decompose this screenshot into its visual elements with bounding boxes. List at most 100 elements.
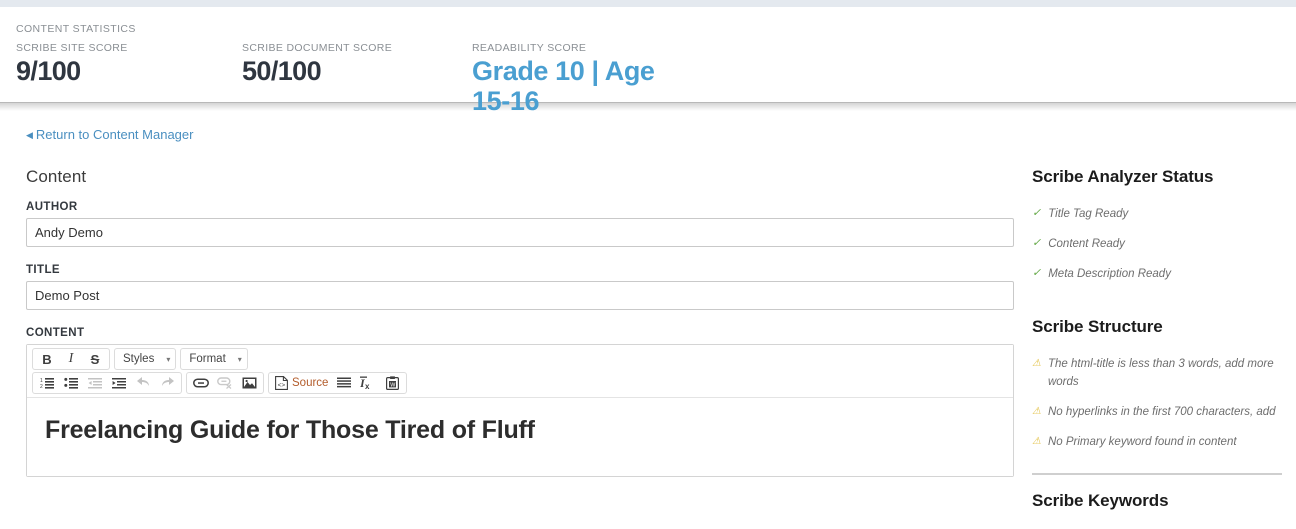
bulleted-list-icon — [64, 377, 78, 389]
author-label: AUTHOR — [26, 201, 78, 213]
insert-image-button[interactable] — [237, 373, 261, 393]
warning-icon: ⚠ — [1032, 358, 1041, 369]
stat-label: SCRIBE SITE SCORE — [16, 42, 128, 54]
editor-toolbar: B I S Styles ▾ Format ▾ 1 2 <> Source I … — [27, 345, 1013, 398]
clipboard-icon: W — [385, 376, 399, 390]
strikethrough-icon: S — [90, 351, 100, 367]
rich-text-editor: B I S Styles ▾ Format ▾ 1 2 <> Source I … — [26, 344, 1014, 477]
paste-from-word-button[interactable]: W — [380, 373, 404, 393]
list-item-label: Title Tag Ready — [1048, 208, 1129, 220]
list-item-label: Content Ready — [1048, 238, 1125, 250]
title-label: TITLE — [26, 264, 60, 276]
increase-indent-icon — [112, 377, 126, 389]
list-item-label: The html-title is less than 3 words, add… — [1047, 358, 1274, 388]
numbered-list-icon: 1 2 — [40, 377, 54, 389]
undo-button — [131, 373, 155, 393]
stat-label: SCRIBE DOCUMENT SCORE — [242, 42, 393, 54]
back-triangle-icon: ◀ — [26, 130, 33, 140]
content-statistics-bar: CONTENT STATISTICS SCRIBE SITE SCORE 9/1… — [0, 7, 1296, 116]
format-dropdown[interactable]: Format ▾ — [180, 348, 248, 370]
italic-button[interactable]: I — [59, 349, 83, 369]
content-field-group: CONTENT B I S Styles ▾ Format ▾ 1 2 <> S… — [26, 327, 1014, 477]
source-button[interactable]: <> Source — [271, 373, 332, 393]
scribe-keywords-heading: Scribe Keywords — [1032, 491, 1169, 510]
numbered-list-button[interactable]: 1 2 — [35, 373, 59, 393]
bold-icon: B — [42, 351, 52, 367]
list-item: ⚠ No hyperlinks in the first 700 charact… — [1032, 403, 1282, 421]
svg-text:<>: <> — [278, 382, 286, 389]
list-item-label: No hyperlinks in the first 700 character… — [1047, 406, 1276, 418]
source-code-icon: <> — [275, 376, 288, 390]
document-heading: Freelancing Guide for Those Tired of Flu… — [45, 416, 535, 444]
increase-indent-button[interactable] — [107, 373, 131, 393]
link-media-group — [186, 372, 264, 394]
stat-value: Grade 10 | Age 15-16 — [472, 56, 655, 116]
unlink-icon — [217, 377, 233, 389]
source-tools-group: <> Source I x W — [268, 372, 408, 394]
return-to-content-manager-link[interactable]: ◀ Return to Content Manager — [26, 127, 193, 142]
list-indent-group: 1 2 — [32, 372, 182, 394]
link-icon — [193, 378, 209, 388]
sidebar-divider — [1032, 473, 1282, 475]
top-accent-strip — [0, 0, 1296, 7]
check-icon: ✓ — [1032, 207, 1042, 219]
remove-format-icon: I x — [360, 376, 376, 390]
content-label: CONTENT — [26, 327, 85, 339]
analyzer-status-list: ✓ Title Tag Ready ✓ Content Ready ✓ Meta… — [1032, 205, 1282, 283]
list-item: ⚠ No Primary keyword found in content — [1032, 433, 1282, 451]
list-item: ⚠ The html-title is less than 3 words, a… — [1032, 355, 1282, 391]
scribe-structure-heading: Scribe Structure — [1032, 317, 1163, 336]
stat-scribe-site-score: SCRIBE SITE SCORE 9/100 — [16, 42, 128, 86]
image-icon — [242, 377, 257, 389]
toolbar-row-1: B I S Styles ▾ Format ▾ — [28, 347, 1012, 371]
undo-arrow-icon — [136, 376, 151, 390]
italic-icon: I — [68, 351, 74, 366]
author-input[interactable] — [26, 218, 1014, 247]
horizontal-rule-icon — [337, 377, 352, 389]
bulleted-list-button[interactable] — [59, 373, 83, 393]
list-item: ✓ Meta Description Ready — [1032, 265, 1282, 283]
stat-value: 50/100 — [242, 56, 322, 86]
svg-text:2: 2 — [40, 384, 43, 389]
list-item: ✓ Title Tag Ready — [1032, 205, 1282, 223]
editor-content-area[interactable]: Freelancing Guide for Those Tired of Flu… — [27, 398, 1013, 476]
redo-arrow-icon — [160, 376, 175, 390]
remove-format-button[interactable]: I x — [356, 373, 380, 393]
structure-list: ⚠ The html-title is less than 3 words, a… — [1032, 355, 1282, 451]
svg-text:x: x — [365, 382, 370, 390]
content-statistics-heading: CONTENT STATISTICS — [16, 23, 136, 35]
strikethrough-button[interactable]: S — [83, 349, 107, 369]
author-field-group: AUTHOR — [26, 201, 1014, 247]
format-dropdown-label: Format — [189, 353, 226, 365]
bold-button[interactable]: B — [35, 349, 59, 369]
page-title: Content — [26, 167, 87, 186]
unlink-button — [213, 373, 237, 393]
scribe-sidebar: Scribe Analyzer Status ✓ Title Tag Ready… — [1032, 167, 1282, 529]
check-icon: ✓ — [1032, 237, 1042, 249]
list-item-label: No Primary keyword found in content — [1047, 436, 1237, 448]
toolbar-row-2: 1 2 <> Source I x W — [28, 371, 1012, 395]
warning-icon: ⚠ — [1032, 436, 1041, 447]
return-link-label: Return to Content Manager — [35, 127, 194, 142]
decrease-indent-icon — [88, 377, 102, 389]
title-input[interactable] — [26, 281, 1014, 310]
source-button-label: Source — [292, 377, 329, 389]
text-style-group: B I S — [32, 348, 110, 370]
horizontal-rule-button[interactable] — [332, 373, 356, 393]
content-column: Content AUTHOR TITLE CONTENT — [26, 167, 1014, 477]
decrease-indent-button — [83, 373, 107, 393]
styles-dropdown-label: Styles — [123, 353, 155, 365]
stat-readability-score: READABILITY SCORE Grade 10 | Age 15-16 — [472, 42, 672, 116]
list-item: ✓ Content Ready — [1032, 235, 1282, 253]
stat-scribe-document-score: SCRIBE DOCUMENT SCORE 50/100 — [242, 42, 392, 86]
redo-button — [155, 373, 179, 393]
stat-value: 9/100 — [16, 56, 81, 86]
chevron-down-icon: ▾ — [237, 354, 242, 364]
chevron-down-icon: ▾ — [166, 354, 171, 364]
styles-dropdown[interactable]: Styles ▾ — [114, 348, 177, 370]
insert-link-button[interactable] — [189, 373, 213, 393]
scribe-analyzer-status-heading: Scribe Analyzer Status — [1032, 167, 1214, 186]
title-field-group: TITLE — [26, 264, 1014, 310]
stat-label: READABILITY SCORE — [472, 42, 587, 54]
list-item-label: Meta Description Ready — [1048, 268, 1171, 280]
